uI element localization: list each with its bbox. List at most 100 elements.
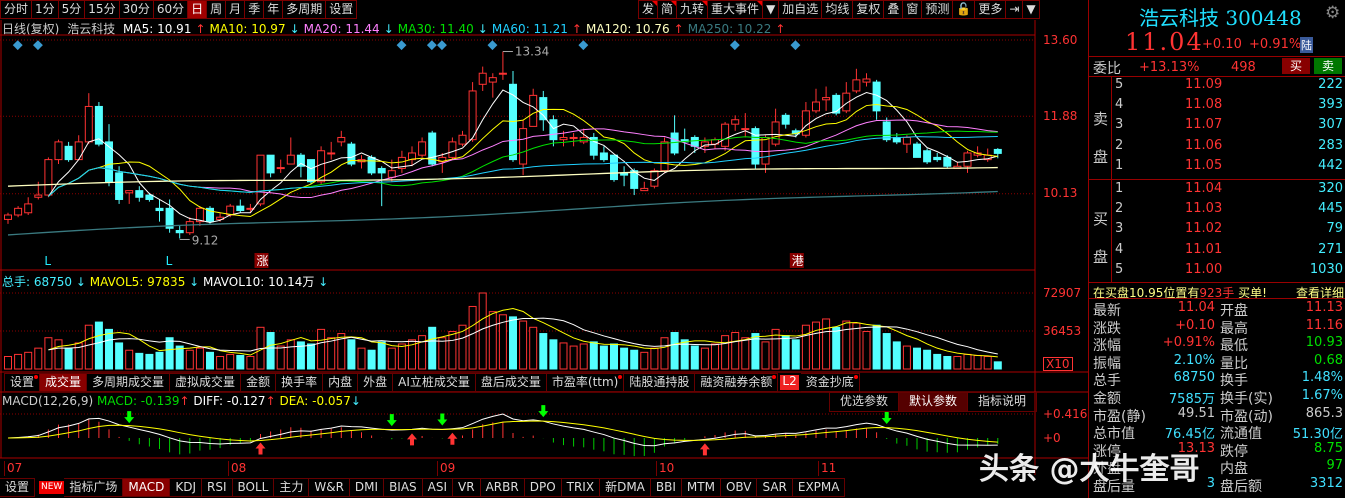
bottom-tab-11[interactable]: VR bbox=[453, 478, 481, 497]
bottom-tab-6[interactable]: 主力 bbox=[274, 478, 310, 497]
mavol5: MAVOL5: 97835 bbox=[89, 275, 186, 289]
optimal-params-button[interactable]: 优选参数 bbox=[829, 392, 900, 412]
macd-legend: MACD(12,26,9) MACD: -0.139↑ DIFF: -0.127… bbox=[2, 394, 361, 408]
candle-body bbox=[286, 154, 295, 165]
event-marker[interactable]: 涨 bbox=[257, 253, 269, 268]
volume-bar bbox=[953, 355, 962, 370]
bottom-tab-16[interactable]: BBI bbox=[650, 478, 682, 497]
indicator-tab-13[interactable]: 资金抄底 bbox=[800, 373, 860, 392]
candle-body bbox=[155, 207, 164, 212]
weibi-label: 委比 bbox=[1093, 61, 1121, 77]
indicator-tab-0[interactable]: 设置 bbox=[4, 373, 41, 392]
gear-icon[interactable]: ⚙ bbox=[1325, 3, 1340, 23]
kline-chart[interactable]: L L 涨 港 9.12 13.34 bbox=[0, 0, 1088, 498]
candle-body bbox=[337, 136, 346, 143]
sell-price: 11.07 bbox=[1185, 117, 1223, 133]
signal-diamond-icon bbox=[729, 40, 740, 51]
stat-value: 3312 bbox=[1309, 476, 1343, 491]
volume-bar bbox=[286, 339, 295, 370]
volume-bar bbox=[670, 332, 679, 370]
volume-bar bbox=[94, 321, 103, 370]
volume-bar bbox=[902, 345, 911, 370]
dea-value: DEA: -0.057 bbox=[279, 394, 351, 408]
indicator-tab-2[interactable]: 多周期成交量 bbox=[87, 373, 171, 392]
volume-bar bbox=[630, 349, 639, 370]
indicator-tab-10[interactable]: 市盈率(ttm) bbox=[546, 373, 625, 392]
candle-body bbox=[822, 97, 831, 101]
bottom-tab-5[interactable]: BOLL bbox=[232, 478, 275, 497]
volume-bar bbox=[478, 292, 487, 370]
indicator-tab-11[interactable]: 陆股通持股 bbox=[624, 373, 696, 392]
volume-bar bbox=[468, 305, 477, 370]
buy-level: 2 bbox=[1115, 201, 1124, 217]
bottom-tab-20[interactable]: EXPMA bbox=[792, 478, 846, 497]
volume-bar bbox=[4, 355, 12, 370]
volume-bar bbox=[933, 353, 942, 370]
volume-bar bbox=[610, 343, 618, 370]
volume-bar bbox=[488, 311, 497, 370]
indicator-tab-5[interactable]: 换手率 bbox=[276, 373, 324, 392]
candle-body bbox=[327, 152, 336, 155]
bottom-tab-18[interactable]: OBV bbox=[720, 478, 758, 497]
volume-bar bbox=[599, 345, 608, 370]
buy-button[interactable]: 买 bbox=[1282, 58, 1310, 74]
indicator-tab-1[interactable]: 成交量 bbox=[40, 373, 88, 392]
bottom-tab-15[interactable]: 新DMA bbox=[600, 478, 651, 497]
candle-body bbox=[84, 105, 93, 143]
death-cross-arrow-icon bbox=[538, 405, 549, 418]
low-price-label: 9.12 bbox=[192, 233, 219, 247]
bottom-tab-4[interactable]: RSI bbox=[202, 478, 233, 497]
default-params-button[interactable]: 默认参数 bbox=[899, 392, 969, 412]
volume-bar bbox=[852, 322, 861, 370]
sell-level: 5 bbox=[1115, 77, 1124, 92]
candle-body bbox=[387, 170, 396, 178]
bottom-tab-1[interactable]: 指标广场 bbox=[64, 478, 124, 497]
bottom-tab-8[interactable]: DMI bbox=[349, 478, 385, 497]
signal-diamond-icon bbox=[487, 40, 498, 51]
volume-bar bbox=[741, 337, 750, 370]
indicator-tab-6[interactable]: 内盘 bbox=[323, 373, 359, 392]
volume-bar bbox=[185, 349, 194, 370]
bottom-tab-17[interactable]: MTM bbox=[681, 478, 721, 497]
bottom-tab-2[interactable]: MACD bbox=[123, 478, 171, 497]
bottom-tab-7[interactable]: W&R bbox=[309, 478, 350, 497]
bottom-tab-14[interactable]: TRIX bbox=[561, 478, 601, 497]
indicator-tab-12[interactable]: 融资融券余额 bbox=[695, 373, 779, 392]
indicator-tab-8[interactable]: AI立桩成交量 bbox=[393, 373, 476, 392]
candle-body bbox=[478, 72, 487, 85]
stock-name: 浩云科技 bbox=[1139, 6, 1219, 30]
bottom-tab-19[interactable]: SAR bbox=[757, 478, 793, 497]
stock-code: 300448 bbox=[1225, 6, 1302, 30]
indicator-tab-3[interactable]: 虚拟成交量 bbox=[170, 373, 242, 392]
candle-body bbox=[610, 154, 618, 181]
indicator-tab-4[interactable]: 金额 bbox=[241, 373, 277, 392]
quote-panel: 浩云科技 300448 ⚙ 11.04 +0.10 +0.91% 陆 委比 +1… bbox=[979, 0, 1345, 498]
candle-body bbox=[145, 194, 154, 200]
volume-bar bbox=[822, 318, 831, 370]
event-marker[interactable]: 港 bbox=[792, 254, 804, 268]
stock-title: 浩云科技 300448 bbox=[1139, 2, 1302, 31]
candle-body bbox=[852, 79, 861, 92]
death-cross-arrow-icon bbox=[881, 412, 892, 425]
bottom-tab-10[interactable]: ASI bbox=[422, 478, 454, 497]
volume-bar bbox=[195, 347, 204, 370]
indicator-tab-7[interactable]: 外盘 bbox=[358, 373, 394, 392]
bottom-tab-0[interactable]: 设置 bbox=[0, 478, 36, 497]
candle-body bbox=[993, 148, 1002, 154]
bottom-tab-12[interactable]: ARBR bbox=[480, 478, 525, 497]
volume-bar bbox=[418, 335, 427, 370]
candle-body bbox=[812, 101, 820, 112]
volume-bar bbox=[125, 349, 134, 370]
event-marker[interactable]: L bbox=[44, 254, 51, 268]
indicator-tab-9[interactable]: 盘后成交量 bbox=[475, 373, 547, 392]
signal-diamond-icon bbox=[426, 40, 437, 51]
bottom-tab-3[interactable]: KDJ bbox=[170, 478, 202, 497]
event-marker[interactable]: L bbox=[166, 254, 173, 268]
volume-bar bbox=[34, 347, 43, 370]
candle-body bbox=[963, 152, 972, 167]
indicator-help-button[interactable]: 指标说明 bbox=[968, 392, 1038, 412]
price-axis-top: 13.60 bbox=[1043, 33, 1078, 47]
sell-button[interactable]: 卖 bbox=[1314, 58, 1342, 74]
bottom-tab-13[interactable]: DPO bbox=[524, 478, 562, 497]
bottom-tab-9[interactable]: BIAS bbox=[384, 478, 423, 497]
